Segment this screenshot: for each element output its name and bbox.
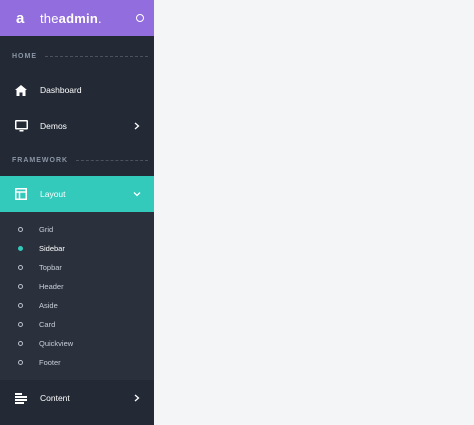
- bullet-icon: [18, 341, 23, 346]
- section-title-home: HOME: [0, 46, 154, 66]
- submenu-label: Quickview: [39, 339, 74, 348]
- bullet-icon: [18, 360, 23, 365]
- layout-icon: [14, 187, 28, 201]
- submenu-label: Footer: [39, 358, 61, 367]
- submenu-item-grid[interactable]: Grid: [0, 220, 154, 239]
- bullet-icon: [18, 284, 23, 289]
- brand-logo[interactable]: a: [16, 10, 40, 27]
- section-divider: [76, 159, 148, 161]
- submenu-label: Header: [39, 282, 64, 291]
- section-title-framework: FRAMEWORK: [0, 150, 154, 170]
- nav-item-dashboard[interactable]: Dashboard: [0, 72, 154, 108]
- nav-item-layout[interactable]: Layout: [0, 176, 154, 212]
- chevron-right-icon: [132, 121, 142, 131]
- layout-submenu: Grid Sidebar Topbar Header Aside Card Qu…: [0, 212, 154, 380]
- content-icon: [14, 391, 28, 405]
- nav-item-label: Dashboard: [40, 85, 82, 95]
- section-label: FRAMEWORK: [12, 156, 69, 164]
- active-bullet-icon: [18, 246, 23, 251]
- nav-item-label: Layout: [40, 189, 66, 199]
- brand-name[interactable]: theadmin.: [40, 11, 102, 26]
- submenu-item-aside[interactable]: Aside: [0, 296, 154, 315]
- nav-item-demos[interactable]: Demos: [0, 108, 154, 144]
- monitor-icon: [14, 119, 28, 133]
- submenu-label: Grid: [39, 225, 54, 234]
- bullet-icon: [18, 265, 23, 270]
- brand-name-suffix: .: [97, 10, 102, 26]
- submenu-item-topbar[interactable]: Topbar: [0, 258, 154, 277]
- submenu-item-quickview[interactable]: Quickview: [0, 334, 154, 353]
- section-divider: [45, 55, 148, 57]
- brand-name-prefix: the: [40, 10, 59, 26]
- submenu-item-footer[interactable]: Footer: [0, 353, 154, 372]
- section-label: HOME: [12, 52, 37, 60]
- brand-header: a theadmin.: [0, 0, 154, 36]
- home-icon: [14, 83, 28, 97]
- brand-name-bold: admin: [58, 10, 98, 26]
- chevron-down-icon: [132, 189, 142, 199]
- nav-item-content[interactable]: Content: [0, 380, 154, 416]
- submenu-item-header[interactable]: Header: [0, 277, 154, 296]
- sidebar-toggle-icon[interactable]: [136, 14, 144, 22]
- bullet-icon: [18, 227, 23, 232]
- submenu-label: Topbar: [39, 263, 62, 272]
- nav-item-label: Content: [40, 393, 70, 403]
- bullet-icon: [18, 303, 23, 308]
- nav-item-label: Demos: [40, 121, 67, 131]
- chevron-right-icon: [132, 393, 142, 403]
- submenu-label: Card: [39, 320, 56, 329]
- submenu-item-card[interactable]: Card: [0, 315, 154, 334]
- sidebar: a theadmin. HOME Dashboard Demos FRAMEWO…: [0, 0, 154, 425]
- submenu-label: Aside: [39, 301, 58, 310]
- submenu-label: Sidebar: [39, 244, 65, 253]
- bullet-icon: [18, 322, 23, 327]
- submenu-item-sidebar[interactable]: Sidebar: [0, 239, 154, 258]
- main-content-area: [154, 0, 474, 425]
